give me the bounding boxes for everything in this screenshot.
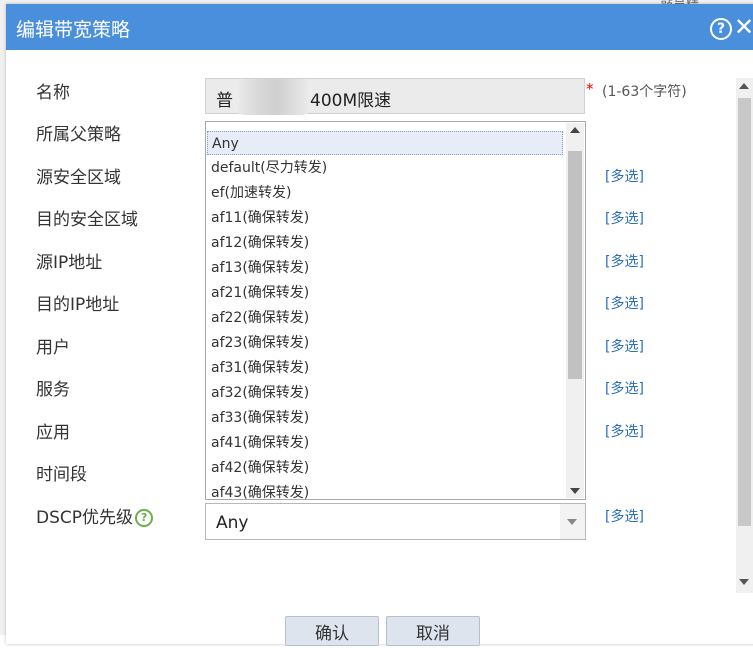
dialog-scrollbar[interactable] [736,78,753,593]
dscp-option[interactable]: af21(确保转发) [207,281,563,305]
dscp-option[interactable]: af41(确保转发) [207,431,563,455]
dscp-option[interactable]: af13(确保转发) [207,256,563,280]
label-application: 应用 [36,423,70,443]
label-dscp: DSCP优先级? [36,503,154,528]
close-icon[interactable]: ✕ [734,12,753,42]
required-mark: * [586,80,594,98]
user-multi-select-link[interactable]: [多选] [605,336,644,356]
src-zone-multi-select-link[interactable]: [多选] [605,166,644,186]
dscp-select[interactable]: Any [205,503,586,540]
dialog-scroll-thumb[interactable] [738,98,751,526]
dscp-selected-value: Any [216,513,249,533]
src-ip-multi-select-link[interactable]: [多选] [605,251,644,271]
label-user: 用户 [36,338,70,358]
name-input-prefix: 普 [216,91,233,111]
help-icon[interactable]: ? [710,18,732,40]
label-dst-ip: 目的IP地址 [36,295,120,315]
dialog-titlebar: 编辑带宽策略 ? ✕ [6,4,753,50]
scroll-down-icon[interactable] [739,579,749,585]
dscp-dropdown-toggle[interactable] [560,504,585,539]
list-scrollbar[interactable] [566,123,584,498]
label-service: 服务 [36,380,70,400]
label-src-ip: 源IP地址 [36,253,103,273]
dialog-title: 编辑带宽策略 [16,19,131,41]
name-input[interactable]: 普 400M限速 [205,78,585,115]
service-multi-select-link[interactable]: [多选] [605,378,644,398]
dscp-option[interactable]: af42(确保转发) [207,456,563,480]
dst-zone-multi-select-link[interactable]: [多选] [605,208,644,228]
dscp-option[interactable]: af32(确保转发) [207,381,563,405]
application-multi-select-link[interactable]: [多选] [605,421,644,441]
dscp-option[interactable]: af23(确保转发) [207,331,563,355]
dscp-option[interactable]: af12(确保转发) [207,231,563,255]
name-redaction [234,79,312,115]
dscp-option[interactable]: af33(确保转发) [207,406,563,430]
dscp-options-list[interactable]: Any default(尽力转发) ef(加速转发) af11(确保转发) af… [205,121,586,500]
label-time-range: 时间段 [36,465,87,485]
dscp-option[interactable]: ef(加速转发) [207,181,563,205]
dst-ip-multi-select-link[interactable]: [多选] [605,293,644,313]
dscp-option[interactable]: af22(确保转发) [207,306,563,330]
chevron-down-icon [567,519,577,525]
dscp-option[interactable]: Any [207,131,563,155]
name-input-suffix: 400M限速 [310,91,392,111]
dscp-multi-select-link[interactable]: [多选] [605,506,644,526]
cancel-button[interactable]: 取消 [386,616,480,646]
scroll-down-icon[interactable] [570,488,580,494]
scroll-up-icon[interactable] [739,83,749,89]
name-length-hint: (1-63个字符) [602,84,687,100]
label-dscp-text: DSCP优先级 [36,508,134,528]
dscp-option[interactable]: af43(确保转发) [207,481,563,499]
label-name: 名称 [36,83,70,103]
label-dst-zone: 目的安全区域 [36,210,138,230]
dscp-help-icon[interactable]: ? [135,509,154,527]
ok-button[interactable]: 确认 [285,616,379,646]
label-src-zone: 源安全区域 [36,168,121,188]
dscp-option[interactable]: af31(确保转发) [207,356,563,380]
dscp-option[interactable]: default(尽力转发) [207,156,563,180]
list-scroll-thumb[interactable] [568,151,582,379]
scroll-up-icon[interactable] [570,127,580,133]
dscp-option[interactable]: af11(确保转发) [207,206,563,230]
label-parent-policy: 所属父策略 [36,125,121,145]
edit-bandwidth-policy-dialog: 编辑带宽策略 ? ✕ 名称 所属父策略 源安全区域 目的安全区域 源IP地址 目… [6,4,753,646]
